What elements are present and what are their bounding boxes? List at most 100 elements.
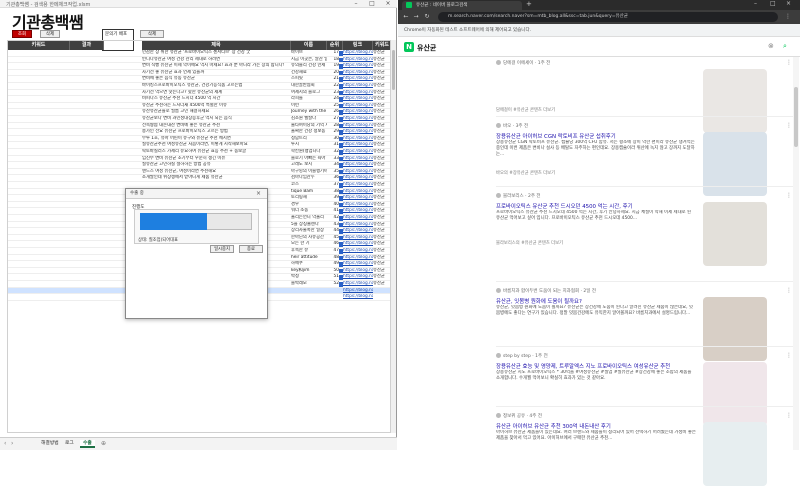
cell-name[interactable]: 경우 [291, 202, 327, 209]
forward-icon[interactable]: → [412, 13, 420, 21]
cell-keyword[interactable]: 유산균 [373, 63, 390, 70]
cell-keyword[interactable]: 유산균 [373, 169, 390, 176]
cell-title[interactable]: 민감한 장 위한 유산균 '프로바이오틱스 센서티브' 장 건강 굿 [142, 50, 291, 57]
cell-name[interactable]: 블로기 아빠는 육아 중 [291, 156, 327, 163]
cell-name[interactable]: 이런 [291, 103, 327, 110]
header-result[interactable]: 결과 [70, 41, 104, 50]
cell-title[interactable]: 바이킹스프로바이오틱스 유산균, 건강기능식품 고르는법 [142, 83, 291, 90]
cell-keyword[interactable]: 유산균 [373, 83, 390, 90]
cell-rank[interactable]: 18 [327, 57, 339, 64]
cell-keyword[interactable]: 유산균 [373, 162, 390, 169]
search-input[interactable]: 유산균 [417, 43, 436, 53]
cell-name[interactable]: 울리는언니 약울리 [291, 215, 327, 222]
cell-rank[interactable]: 27 [327, 116, 339, 123]
cell-link[interactable]: https://blog.naver... [343, 123, 373, 130]
cell-link[interactable]: https://blog.naver... [343, 255, 373, 262]
stop-button[interactable]: 종료 [239, 245, 263, 253]
cell-link[interactable]: https://blog.naver... [343, 156, 373, 163]
cell-rank[interactable]: 30 [327, 136, 339, 143]
cell-rank[interactable]: 42 [327, 215, 339, 222]
cell-rank[interactable]: 46 [327, 241, 339, 248]
header-keyword-2[interactable]: 키워드 [373, 41, 390, 50]
cell-title[interactable]: 빈디다유산균 여성 건강 관리 제대로 하려면 [142, 57, 291, 64]
cell-name[interactable]: 김소원 헬살다 [291, 116, 327, 123]
cell-rank[interactable]: 41 [327, 208, 339, 215]
table-row[interactable]: 민감한 장 위한 유산균 '프로바이오틱스 센서티브' 장 건강 굿 바이브 17 h… [8, 50, 390, 57]
cell-name[interactable]: 상리사물촉한 일상 [291, 228, 327, 235]
cell-rank[interactable]: 26 [327, 109, 339, 116]
cell-rank[interactable]: 33 [327, 156, 339, 163]
cell-rank[interactable]: 32 [327, 149, 339, 156]
cell-name[interactable]: tique Bam [291, 189, 327, 196]
avatar[interactable] [496, 353, 501, 358]
cell-title[interactable]: 자기전 좋 유산균 효과 언제 있을까 [142, 70, 291, 77]
cell-link[interactable]: https://blog.naver... [343, 241, 373, 248]
cell-link[interactable]: https://blog.naver... [343, 222, 373, 229]
cell-name[interactable]: 지금 이곳은, 알찬 일상 기록 [291, 57, 327, 64]
address-bar[interactable]: m.search.naver.com/search.naver?sm=mtb_b… [438, 12, 778, 22]
cell-link[interactable]: https://blog.naver... [343, 202, 373, 209]
back-icon[interactable]: ← [402, 13, 410, 21]
cell-title[interactable]: 부루 1호, 유아 어린이 유구와 유산균 추천 체지면 [142, 136, 291, 143]
more-options-icon[interactable]: ⋮ [786, 412, 792, 419]
cell-rank[interactable]: 35 [327, 169, 339, 176]
cell-keyword[interactable]: 유산균 [373, 248, 390, 255]
cell-link[interactable]: https://blog.naver... [343, 215, 373, 222]
table-row[interactable]: 변비에 좋은 음식 유통 유산균스피릿21 https://blog.naver.… [8, 76, 390, 83]
cell-link[interactable]: https://blog.naver... [343, 281, 373, 288]
maximize-icon[interactable]: □ [770, 0, 776, 7]
cell-name[interactable]: 유의블리 건강 만세 무 [291, 63, 327, 70]
sheet-tab-solution[interactable]: 해결방법 [38, 440, 62, 448]
pause-button[interactable]: 일시중지 [210, 245, 234, 253]
table-row[interactable]: 빈디다유산균 여성 건강 관리 제대로 하려면지금 이곳은, 알찬 일상 기록1… [8, 57, 390, 64]
cell-link[interactable]: https://blog.naver... [343, 70, 373, 77]
cell-title[interactable]: 자기전 먹으면 낫는다고? 핫한 유산균의 세계 [142, 90, 291, 97]
table-row[interactable]: 자기전 먹으면 낫는다고? 핫한 유산균의 세계 여세지의 블로그 23 https:… [8, 90, 390, 97]
post-meta-text[interactable]: 바오 · 3주 전 [503, 124, 528, 129]
cell-link[interactable]: https://blog.naver... [343, 169, 373, 176]
cell-keyword[interactable]: 유산균 [373, 175, 390, 182]
cell-name[interactable]: key和jim [291, 268, 327, 275]
close-icon[interactable]: × [786, 0, 791, 7]
post-title[interactable]: 장용유산균 아이허브 CGN 락토비프 유산균 섭취후기 [496, 132, 696, 140]
maximize-icon[interactable]: □ [364, 0, 380, 8]
cell-link[interactable]: https://blog.naver... [343, 195, 373, 202]
cell-keyword[interactable]: 유산균 [373, 50, 390, 57]
cell-keyword[interactable]: 유산균 [373, 103, 390, 110]
post-footer-link[interactable]: 담에걸이 #유산균 콘텐츠 더보기 [496, 107, 555, 113]
cell-keyword[interactable]: 유산균 [373, 116, 390, 123]
cell-name[interactable]: 건강재료 [291, 70, 327, 77]
header-title[interactable]: 제목 [142, 41, 291, 50]
avatar[interactable] [496, 123, 501, 128]
cell-keyword[interactable]: 유산균 [373, 281, 390, 288]
cell-rank[interactable]: 25 [327, 103, 339, 110]
post-thumbnail[interactable] [703, 202, 767, 266]
cell-name[interactable]: 아구밍의 이슬행기아도 [291, 169, 327, 176]
cell-keyword[interactable]: 유산균 [373, 76, 390, 83]
cell-link[interactable]: https://blog.naver... [343, 288, 373, 295]
cell-keyword[interactable]: 유산균 [373, 241, 390, 248]
more-options-icon[interactable]: ⋮ [786, 122, 792, 129]
cell-rank[interactable]: 40 [327, 202, 339, 209]
cell-rank[interactable]: 50 [327, 268, 339, 275]
cell-title[interactable]: 송가인 전요 유산균 프로바이오틱스 고르는 방법 [142, 129, 291, 136]
post-meta-text[interactable]: 블라보리스 · 2주 전 [503, 194, 541, 199]
post-title[interactable]: 유산균 아이허브 유산균 추천 300억 내돈내산 후기 [496, 422, 696, 430]
cell-title[interactable]: 질유산균 고민하실 설하하는 방법 공유 [142, 162, 291, 169]
cell-title[interactable]: 임신부 변비 유산균 초기부터 우문히 챙긴 이유 [142, 156, 291, 163]
cell-name[interactable]: 정답트리 [291, 136, 327, 143]
browser-scrollbar[interactable] [793, 57, 799, 450]
cell-link[interactable]: https://blog.naver... [343, 294, 373, 301]
post-thumbnail[interactable] [703, 69, 767, 133]
cell-link[interactable]: https://blog.naver... [343, 76, 373, 83]
cell-rank[interactable]: 24 [327, 96, 339, 103]
table-row[interactable]: 맨드스 여성 유산균, 여성이라면 추천해요아구밍의 이슬행기아도35 https… [8, 169, 390, 176]
cell-link[interactable]: https://blog.naver... [343, 208, 373, 215]
clear-search-icon[interactable]: ⊗ [768, 42, 774, 50]
cell-rank[interactable]: 28 [327, 123, 339, 130]
table-row[interactable]: 유산균보다 변비 과민성대장증후군 먹지 되는 음식 김소원 헬살다 27 https… [8, 116, 390, 123]
table-row[interactable]: 송가인 전요 유산균 프로바이오틱스 고르는 방법 울싸한 건강 정보통 29 htt… [8, 129, 390, 136]
table-row[interactable]: 변비 직빵 유산균 이제 약이에요 먹지 마세요! 효과 뿐 아니라 가는 장의… [8, 63, 390, 70]
cell-rank[interactable]: 38 [327, 189, 339, 196]
cell-keyword[interactable]: 유산균 [373, 123, 390, 130]
